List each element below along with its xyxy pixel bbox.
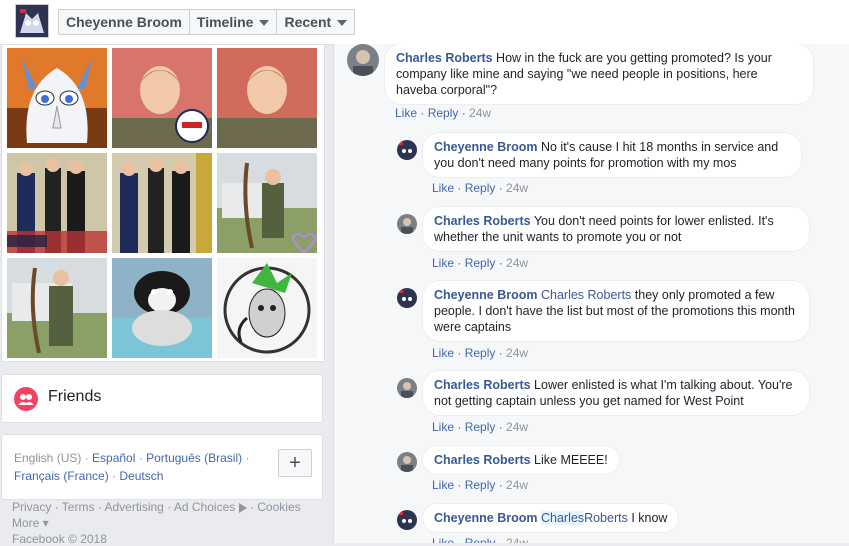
- like-link[interactable]: Like: [432, 420, 454, 434]
- comment-actions: Like · Reply · 24w: [432, 478, 529, 492]
- left-column: Friends English (US) · Español · Portugu…: [0, 44, 325, 546]
- reply-link[interactable]: Reply: [465, 420, 496, 434]
- comment-author[interactable]: Cheyenne Broom: [434, 140, 538, 154]
- commenter-avatar[interactable]: [397, 510, 417, 530]
- comment-author[interactable]: Charles Roberts: [434, 214, 531, 228]
- commenter-avatar[interactable]: [397, 288, 417, 308]
- language-line-2: Français (France) · Deutsch: [14, 469, 164, 483]
- comment-mention-rest[interactable]: Roberts: [584, 511, 628, 525]
- comment-text: I know: [631, 511, 668, 525]
- commenter-avatar[interactable]: [347, 44, 379, 76]
- comment-actions: Like · Reply · 24w: [395, 106, 492, 120]
- language-link[interactable]: Deutsch: [119, 469, 163, 483]
- comment-actions: Like · Reply · 24w: [432, 346, 529, 360]
- comment-actions: Like · Reply · 24w: [432, 256, 529, 270]
- language-link[interactable]: Español: [92, 451, 135, 465]
- language-box: English (US) · Español · Português (Bras…: [1, 434, 323, 500]
- language-link[interactable]: Français (France): [14, 469, 109, 483]
- reply-link[interactable]: Reply: [465, 536, 496, 543]
- commenter-avatar[interactable]: [397, 378, 417, 398]
- photo-thumbnail[interactable]: [7, 258, 107, 358]
- comment-actions: Like · Reply · 24w: [432, 181, 529, 195]
- comment-actions: Like · Reply · 24w: [432, 420, 529, 434]
- recent-dropdown[interactable]: Recent: [277, 10, 354, 34]
- photos-grid: [1, 44, 325, 362]
- reply-link[interactable]: Reply: [465, 256, 496, 270]
- reply-link[interactable]: Reply: [465, 346, 496, 360]
- footer-link[interactable]: Privacy: [12, 500, 51, 514]
- comment-timestamp[interactable]: 24w: [506, 420, 528, 434]
- timeline-dropdown[interactable]: Timeline: [190, 10, 278, 34]
- comment-bubble: Cheyenne Broom Charles Roberts they only…: [422, 280, 810, 342]
- comment-timestamp[interactable]: 24w: [469, 106, 491, 120]
- reply-link[interactable]: Reply: [465, 181, 496, 195]
- footer-link[interactable]: Advertising: [104, 500, 163, 514]
- photo-thumbnail[interactable]: [7, 48, 107, 148]
- comment-timestamp[interactable]: 24w: [506, 181, 528, 195]
- add-language-button[interactable]: +: [278, 449, 312, 477]
- footer-link[interactable]: Ad Choices: [174, 500, 235, 514]
- like-link[interactable]: Like: [395, 106, 417, 120]
- comment-author[interactable]: Charles Roberts: [434, 378, 531, 392]
- comment-timestamp[interactable]: 24w: [506, 256, 528, 270]
- comment-bubble: Cheyenne Broom CharlesRoberts I know: [422, 503, 680, 533]
- photo-thumbnail[interactable]: [112, 48, 212, 148]
- breadcrumb: Cheyenne Broom Timeline Recent: [58, 9, 356, 35]
- ad-choices-icon: [238, 502, 247, 513]
- comment-mention[interactable]: Charles: [540, 511, 585, 525]
- like-link[interactable]: Like: [432, 536, 454, 543]
- profile-name-link[interactable]: Cheyenne Broom: [59, 10, 190, 34]
- comment-timestamp[interactable]: 24w: [506, 536, 528, 543]
- comment-timestamp[interactable]: 24w: [506, 346, 528, 360]
- like-link[interactable]: Like: [432, 346, 454, 360]
- footer-more[interactable]: More ▾: [12, 516, 49, 530]
- comment-bubble: Cheyenne Broom No it's cause I hit 18 mo…: [422, 132, 802, 178]
- commenter-avatar[interactable]: [397, 140, 417, 160]
- comment-timestamp[interactable]: 24w: [506, 478, 528, 492]
- commenter-avatar[interactable]: [397, 214, 417, 234]
- chevron-down-icon: [259, 20, 270, 27]
- footer-links: Privacy · Terms · Advertising · Ad Choic…: [12, 500, 301, 514]
- friends-icon: [14, 387, 38, 411]
- comment-author[interactable]: Charles Roberts: [434, 453, 531, 467]
- comment-mention[interactable]: Charles Roberts: [541, 288, 631, 302]
- comment-author[interactable]: Cheyenne Broom: [434, 288, 538, 302]
- photo-thumbnail[interactable]: [112, 153, 212, 253]
- reply-link[interactable]: Reply: [428, 106, 459, 120]
- language-link[interactable]: Português (Brasil): [146, 451, 242, 465]
- friends-label[interactable]: Friends: [48, 388, 101, 406]
- reply-link[interactable]: Reply: [465, 478, 496, 492]
- comment-author[interactable]: Cheyenne Broom: [434, 511, 538, 525]
- like-link[interactable]: Like: [432, 181, 454, 195]
- comment-bubble: Charles Roberts You don't need points fo…: [422, 206, 810, 252]
- comment-actions: Like · Reply · 24w: [432, 536, 528, 543]
- photo-thumbnail[interactable]: [112, 258, 212, 358]
- comment-bubble: Charles Roberts Lower enlisted is what I…: [422, 370, 810, 416]
- comment-text: Like MEEEE!: [534, 453, 608, 467]
- comment-author[interactable]: Charles Roberts: [396, 51, 493, 65]
- photo-thumbnail[interactable]: [217, 153, 317, 253]
- comment-bubble: Charles Roberts How in the fuck are you …: [384, 44, 814, 105]
- footer-link[interactable]: Cookies: [257, 500, 300, 514]
- photo-thumbnail[interactable]: [7, 153, 107, 253]
- profile-avatar[interactable]: [15, 4, 49, 38]
- photo-thumbnail[interactable]: [217, 48, 317, 148]
- photo-thumbnail[interactable]: [217, 258, 317, 358]
- like-link[interactable]: Like: [432, 478, 454, 492]
- comment-bubble: Charles Roberts Like MEEEE!: [422, 445, 620, 475]
- language-current: English (US): [14, 451, 82, 465]
- friends-section[interactable]: Friends: [1, 374, 323, 423]
- top-bar: Cheyenne Broom Timeline Recent: [0, 0, 849, 45]
- footer-link[interactable]: Terms: [62, 500, 95, 514]
- footer-copyright: Facebook © 2018: [12, 532, 107, 546]
- commenter-avatar[interactable]: [397, 452, 417, 472]
- like-link[interactable]: Like: [432, 256, 454, 270]
- chevron-down-icon: [337, 20, 348, 27]
- language-line-1: English (US) · Español · Português (Bras…: [14, 451, 250, 465]
- comments-panel: Charles Roberts How in the fuck are you …: [333, 44, 849, 543]
